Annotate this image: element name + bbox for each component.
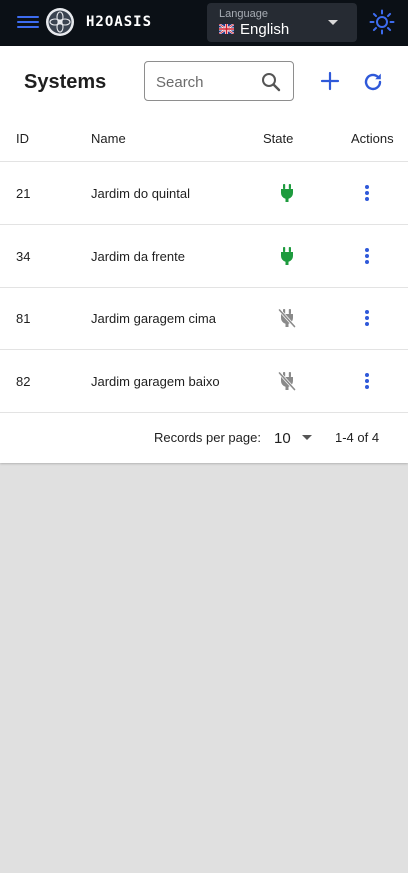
- table-pagination: Records per page: 10 1-4 of 4: [0, 412, 408, 462]
- search-field[interactable]: [144, 61, 294, 101]
- pagination-range: 1-4 of 4: [335, 430, 380, 445]
- row-name: Jardim garagem baixo: [91, 374, 220, 389]
- more-vertical-icon[interactable]: [357, 182, 377, 204]
- chevron-down-icon: [328, 20, 338, 25]
- records-per-page-value: 10: [274, 430, 291, 447]
- header-name[interactable]: Name: [91, 131, 126, 146]
- plug-icon: [281, 184, 293, 202]
- search-icon[interactable]: [260, 71, 282, 93]
- table-row[interactable]: 81 Jardim garagem cima: [0, 287, 408, 350]
- more-vertical-icon[interactable]: [357, 370, 377, 392]
- header-state[interactable]: State: [263, 131, 293, 146]
- records-per-page-select[interactable]: 10: [270, 424, 316, 450]
- row-name: Jardim garagem cima: [91, 311, 216, 326]
- table-row[interactable]: 82 Jardim garagem baixo: [0, 350, 408, 413]
- page-title: Systems: [24, 71, 107, 93]
- table-row[interactable]: 21 Jardim do quintal: [0, 162, 408, 225]
- sun-icon[interactable]: [369, 9, 395, 35]
- row-name: Jardim da frente: [91, 249, 185, 264]
- language-select[interactable]: Language English: [207, 3, 357, 42]
- language-value: English: [219, 21, 289, 38]
- app-bar: H2OASIS Language English: [0, 0, 408, 46]
- table-header: ID Name State Actions: [0, 116, 408, 162]
- brand-name: H2OASIS: [86, 14, 153, 30]
- table-row[interactable]: 34 Jardim da frente: [0, 225, 408, 288]
- plug-icon: [281, 247, 293, 265]
- plus-icon[interactable]: [319, 70, 341, 92]
- systems-card: Systems ID Name State Actions 21 Jardim …: [0, 46, 408, 463]
- row-id: 34: [16, 249, 31, 264]
- logo-icon: [46, 8, 74, 36]
- more-vertical-icon[interactable]: [357, 245, 377, 267]
- chevron-down-icon: [302, 435, 312, 440]
- records-per-page-label: Records per page:: [154, 430, 261, 445]
- more-vertical-icon[interactable]: [357, 307, 377, 329]
- uk-flag-icon: [219, 24, 234, 34]
- search-input[interactable]: [156, 72, 252, 92]
- menu-icon[interactable]: [17, 13, 39, 33]
- language-caption: Language: [219, 8, 268, 20]
- language-label: English: [240, 21, 290, 38]
- row-id: 21: [16, 186, 31, 201]
- row-id: 82: [16, 374, 31, 389]
- plug-off-icon: [278, 308, 296, 328]
- header-id[interactable]: ID: [16, 131, 29, 146]
- refresh-icon[interactable]: [361, 70, 385, 94]
- row-name: Jardim do quintal: [91, 186, 190, 201]
- plug-off-icon: [278, 371, 296, 391]
- header-actions: Actions: [351, 131, 394, 146]
- row-id: 81: [16, 311, 31, 326]
